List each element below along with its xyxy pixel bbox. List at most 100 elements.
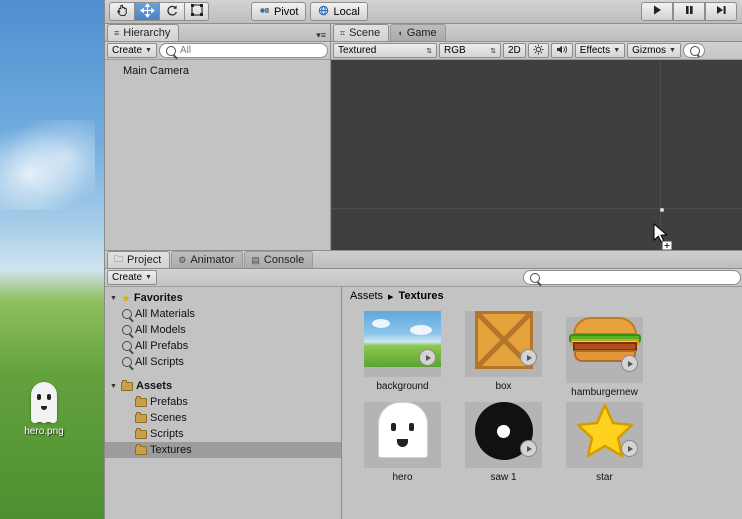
move-arrows-icon — [139, 2, 155, 21]
space-toggle-button[interactable]: Local — [310, 2, 368, 21]
desktop-icon-hero-png[interactable]: hero.png — [6, 382, 82, 437]
chevron-down-icon: ⇅ — [426, 47, 432, 55]
pause-icon — [683, 4, 695, 19]
animator-icon: ⚙ — [178, 254, 187, 265]
tree-item-scripts[interactable]: Scripts — [105, 426, 341, 442]
scale-tool-button[interactable] — [184, 2, 209, 21]
hierarchy-list[interactable]: Main Camera — [105, 60, 330, 250]
project-content: Assets ▸ Textures background box hamburg… — [342, 287, 742, 519]
scene-gizmos-dropdown[interactable]: Gizmos ▼ — [627, 43, 681, 58]
search-icon — [122, 341, 132, 351]
preview-play-badge[interactable] — [520, 349, 537, 366]
folder-icon: 🗀 — [114, 254, 124, 264]
game-controller-icon: ◖ — [397, 28, 403, 38]
preview-play-badge[interactable] — [520, 440, 537, 457]
asset-item-hamburgernew[interactable]: hamburgernew — [554, 311, 655, 398]
pivot-label: Pivot — [274, 5, 299, 18]
asset-item-saw-1[interactable]: saw 1 — [453, 402, 554, 483]
unity-editor-window: Pivot Local ≡ Hierarchy ▾≡ Create ▼ All … — [104, 0, 742, 519]
tree-item-prefabs[interactable]: Prefabs — [105, 394, 341, 410]
scene-2d-toggle[interactable]: 2D — [503, 43, 526, 58]
preview-play-badge[interactable] — [621, 440, 638, 457]
chevron-down-icon: ▼ — [669, 47, 676, 54]
scene-search-input[interactable] — [682, 43, 705, 58]
scene-effects-dropdown[interactable]: Effects ▼ — [574, 43, 626, 58]
scene-toolbar: Textured ⇅ RGB ⇅ 2D Effects ▼ Gizmos ▼ — [331, 42, 742, 60]
hierarchy-search-input[interactable]: All — [158, 43, 328, 58]
tab-project-label: Project — [127, 254, 162, 266]
scene-icon: ⌗ — [340, 27, 346, 38]
preview-play-badge[interactable] — [419, 349, 436, 366]
tree-item-all-materials[interactable]: All Materials — [105, 306, 341, 322]
tree-item-favorites[interactable]: ▼ ★ Favorites — [105, 290, 341, 306]
scene-lighting-toggle[interactable] — [527, 43, 549, 58]
asset-grid[interactable]: background box hamburgernew hero saw 1 s… — [342, 305, 742, 519]
breadcrumb-textures[interactable]: Textures — [399, 290, 444, 302]
project-search-input[interactable] — [523, 270, 741, 285]
scene-audio-toggle[interactable] — [550, 43, 573, 58]
tab-hierarchy[interactable]: ≡ Hierarchy — [107, 24, 180, 41]
project-create-button[interactable]: Create ▼ — [107, 270, 157, 285]
hierarchy-create-button[interactable]: Create ▼ — [107, 43, 157, 58]
chevron-down-icon[interactable]: ▼ — [109, 295, 118, 302]
scene-draw-mode-label: Textured — [338, 45, 377, 56]
project-create-label: Create — [112, 272, 143, 283]
tree-item-assets[interactable]: ▼ Assets — [105, 378, 341, 394]
project-tree[interactable]: ▼ ★ Favorites All Materials All Models A… — [105, 287, 342, 519]
pivot-toggle-button[interactable]: Pivot — [251, 2, 307, 21]
tree-item-label: Favorites — [133, 292, 183, 304]
hand-tool-button[interactable] — [109, 2, 134, 21]
console-icon: ▤ — [251, 254, 260, 265]
tree-item-all-prefabs[interactable]: All Prefabs — [105, 338, 341, 354]
asset-item-background[interactable]: background — [352, 311, 453, 398]
scale-icon — [190, 3, 204, 20]
preview-play-badge[interactable] — [621, 355, 638, 372]
folder-icon — [135, 411, 147, 423]
search-icon — [165, 45, 176, 56]
tab-project[interactable]: 🗀 Project — [107, 251, 171, 268]
rotate-tool-button[interactable] — [159, 2, 184, 21]
hierarchy-item-main-camera[interactable]: Main Camera — [105, 64, 330, 78]
scene-origin-handle — [660, 208, 664, 212]
asset-thumbnail — [465, 311, 542, 377]
asset-item-star[interactable]: star — [554, 402, 655, 483]
scene-draw-mode-dropdown[interactable]: Textured ⇅ — [333, 43, 437, 58]
tab-animator[interactable]: ⚙ Animator — [171, 251, 244, 268]
play-button[interactable] — [641, 2, 673, 21]
scene-color-mode-label: RGB — [444, 45, 466, 56]
scene-color-mode-dropdown[interactable]: RGB ⇅ — [439, 43, 501, 58]
folder-icon — [121, 379, 133, 391]
breadcrumb-assets[interactable]: Assets — [350, 290, 383, 302]
scene-viewport[interactable] — [331, 60, 742, 250]
hierarchy-subbar: Create ▼ All — [105, 42, 330, 60]
chevron-down-icon[interactable]: ▼ — [109, 383, 118, 390]
tree-item-all-models[interactable]: All Models — [105, 322, 341, 338]
speaker-icon — [556, 44, 568, 58]
tree-item-label: All Prefabs — [135, 340, 189, 352]
pause-button[interactable] — [673, 2, 705, 21]
tree-item-all-scripts[interactable]: All Scripts — [105, 354, 341, 370]
search-icon — [530, 272, 540, 283]
step-button[interactable] — [705, 2, 737, 21]
asset-label: hero — [392, 472, 413, 483]
tab-scene[interactable]: ⌗ Scene — [333, 24, 390, 41]
asset-thumbnail — [566, 402, 643, 468]
asset-item-box[interactable]: box — [453, 311, 554, 398]
breadcrumb: Assets ▸ Textures — [342, 287, 742, 305]
tab-console[interactable]: ▤ Console — [244, 251, 314, 268]
desktop-clouds — [0, 120, 95, 210]
hierarchy-panel-menu[interactable]: ▾≡ — [316, 30, 330, 41]
project-body: ▼ ★ Favorites All Materials All Models A… — [105, 287, 742, 519]
tab-game[interactable]: ◖ Game — [390, 24, 446, 41]
chevron-down-icon: ▼ — [145, 47, 152, 54]
hierarchy-panel: ≡ Hierarchy ▾≡ Create ▼ All Main Camera — [105, 24, 331, 250]
search-icon — [689, 45, 700, 56]
tree-item-textures[interactable]: Textures — [105, 442, 341, 458]
hero-texture-preview — [377, 402, 428, 458]
tree-item-label: All Scripts — [135, 356, 184, 368]
asset-item-hero[interactable]: hero — [352, 402, 453, 483]
asset-label: saw 1 — [490, 472, 517, 483]
tree-item-scenes[interactable]: Scenes — [105, 410, 341, 426]
breadcrumb-separator: ▸ — [388, 290, 394, 303]
move-tool-button[interactable] — [134, 2, 159, 21]
